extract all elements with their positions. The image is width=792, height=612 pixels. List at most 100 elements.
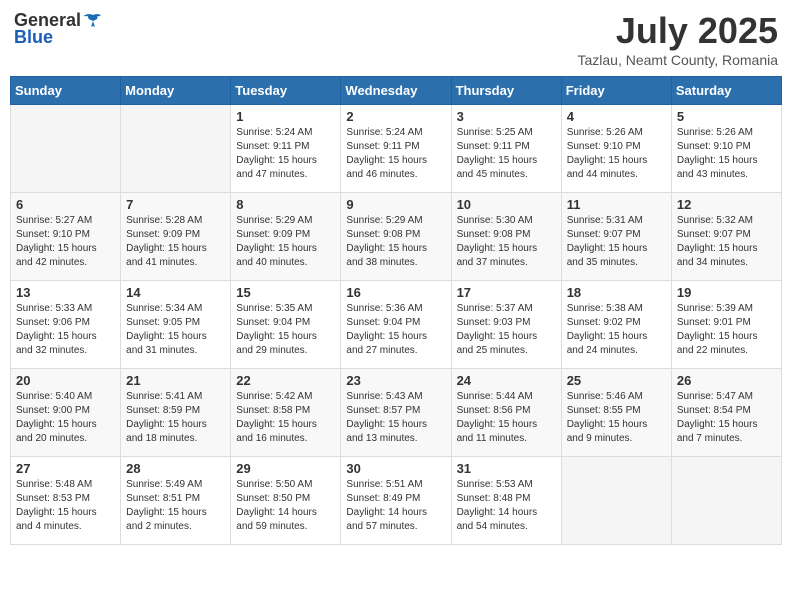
calendar-location: Tazlau, Neamt County, Romania xyxy=(578,52,779,68)
day-number: 19 xyxy=(677,285,776,300)
calendar-cell: 4 Sunrise: 5:26 AM Sunset: 9:10 PM Daylig… xyxy=(561,105,671,193)
day-info: Sunrise: 5:42 AM Sunset: 8:58 PM Dayligh… xyxy=(236,390,335,446)
calendar-cell: 31 Sunrise: 5:53 AM Sunset: 8:48 PM Dayli… xyxy=(451,457,561,545)
page-header: General Blue July 2025 Tazlau, Neamt Cou… xyxy=(10,10,782,68)
day-number: 8 xyxy=(236,197,335,212)
calendar-title: July 2025 xyxy=(578,10,779,52)
day-info: Sunrise: 5:29 AM Sunset: 9:09 PM Dayligh… xyxy=(236,214,335,270)
calendar-cell: 30 Sunrise: 5:51 AM Sunset: 8:49 PM Dayli… xyxy=(341,457,451,545)
calendar-week-row: 27 Sunrise: 5:48 AM Sunset: 8:53 PM Dayli… xyxy=(11,457,782,545)
calendar-cell: 5Sunrise: 5:26 AM Sunset: 9:10 PM Daylig… xyxy=(671,105,781,193)
calendar-cell xyxy=(121,105,231,193)
day-number: 13 xyxy=(16,285,115,300)
day-number: 2 xyxy=(346,109,445,124)
calendar-week-row: 1 Sunrise: 5:24 AM Sunset: 9:11 PM Daylig… xyxy=(11,105,782,193)
day-number: 9 xyxy=(346,197,445,212)
day-info: Sunrise: 5:53 AM Sunset: 8:48 PM Dayligh… xyxy=(457,478,556,534)
calendar-cell: 1 Sunrise: 5:24 AM Sunset: 9:11 PM Daylig… xyxy=(231,105,341,193)
day-info: Sunrise: 5:51 AM Sunset: 8:49 PM Dayligh… xyxy=(346,478,445,534)
logo-blue-text: Blue xyxy=(14,27,103,48)
calendar-cell: 20Sunrise: 5:40 AM Sunset: 9:00 PM Dayli… xyxy=(11,369,121,457)
calendar-day-header: Monday xyxy=(121,77,231,105)
calendar-cell: 19 Sunrise: 5:39 AM Sunset: 9:01 PM Dayli… xyxy=(671,281,781,369)
calendar-day-header: Tuesday xyxy=(231,77,341,105)
day-number: 21 xyxy=(126,373,225,388)
day-number: 17 xyxy=(457,285,556,300)
day-info: Sunrise: 5:30 AM Sunset: 9:08 PM Dayligh… xyxy=(457,214,556,270)
calendar-cell: 11 Sunrise: 5:31 AM Sunset: 9:07 PM Dayli… xyxy=(561,193,671,281)
calendar-day-header: Sunday xyxy=(11,77,121,105)
day-info: Sunrise: 5:38 AM Sunset: 9:02 PM Dayligh… xyxy=(567,302,666,358)
day-info: Sunrise: 5:31 AM Sunset: 9:07 PM Dayligh… xyxy=(567,214,666,270)
day-number: 14 xyxy=(126,285,225,300)
calendar-table: SundayMondayTuesdayWednesdayThursdayFrid… xyxy=(10,76,782,545)
day-info: Sunrise: 5:26 AM Sunset: 9:10 PM Dayligh… xyxy=(567,126,666,182)
day-info: Sunrise: 5:33 AM Sunset: 9:06 PM Dayligh… xyxy=(16,302,115,358)
day-info: Sunrise: 5:46 AM Sunset: 8:55 PM Dayligh… xyxy=(567,390,666,446)
day-number: 6 xyxy=(16,197,115,212)
calendar-cell xyxy=(671,457,781,545)
day-number: 16 xyxy=(346,285,445,300)
day-number: 31 xyxy=(457,461,556,476)
calendar-cell: 23Sunrise: 5:43 AM Sunset: 8:57 PM Dayli… xyxy=(341,369,451,457)
day-info: Sunrise: 5:27 AM Sunset: 9:10 PM Dayligh… xyxy=(16,214,115,270)
calendar-week-row: 20Sunrise: 5:40 AM Sunset: 9:00 PM Dayli… xyxy=(11,369,782,457)
day-info: Sunrise: 5:37 AM Sunset: 9:03 PM Dayligh… xyxy=(457,302,556,358)
day-info: Sunrise: 5:32 AM Sunset: 9:07 PM Dayligh… xyxy=(677,214,776,270)
day-number: 26 xyxy=(677,373,776,388)
day-info: Sunrise: 5:50 AM Sunset: 8:50 PM Dayligh… xyxy=(236,478,335,534)
calendar-cell: 22 Sunrise: 5:42 AM Sunset: 8:58 PM Dayli… xyxy=(231,369,341,457)
day-number: 10 xyxy=(457,197,556,212)
calendar-day-header: Thursday xyxy=(451,77,561,105)
calendar-week-row: 6 Sunrise: 5:27 AM Sunset: 9:10 PM Daylig… xyxy=(11,193,782,281)
day-number: 22 xyxy=(236,373,335,388)
day-info: Sunrise: 5:49 AM Sunset: 8:51 PM Dayligh… xyxy=(126,478,225,534)
day-number: 3 xyxy=(457,109,556,124)
day-number: 27 xyxy=(16,461,115,476)
day-number: 15 xyxy=(236,285,335,300)
day-info: Sunrise: 5:39 AM Sunset: 9:01 PM Dayligh… xyxy=(677,302,776,358)
day-number: 24 xyxy=(457,373,556,388)
day-info: Sunrise: 5:35 AM Sunset: 9:04 PM Dayligh… xyxy=(236,302,335,358)
day-number: 12 xyxy=(677,197,776,212)
day-number: 20 xyxy=(16,373,115,388)
calendar-cell: 16 Sunrise: 5:36 AM Sunset: 9:04 PM Dayli… xyxy=(341,281,451,369)
day-info: Sunrise: 5:43 AM Sunset: 8:57 PM Dayligh… xyxy=(346,390,445,446)
day-number: 29 xyxy=(236,461,335,476)
calendar-cell: 15 Sunrise: 5:35 AM Sunset: 9:04 PM Dayli… xyxy=(231,281,341,369)
logo: General Blue xyxy=(14,10,103,48)
calendar-cell: 18Sunrise: 5:38 AM Sunset: 9:02 PM Dayli… xyxy=(561,281,671,369)
day-info: Sunrise: 5:36 AM Sunset: 9:04 PM Dayligh… xyxy=(346,302,445,358)
calendar-cell: 24 Sunrise: 5:44 AM Sunset: 8:56 PM Dayli… xyxy=(451,369,561,457)
day-info: Sunrise: 5:24 AM Sunset: 9:11 PM Dayligh… xyxy=(236,126,335,182)
calendar-day-header: Wednesday xyxy=(341,77,451,105)
day-info: Sunrise: 5:28 AM Sunset: 9:09 PM Dayligh… xyxy=(126,214,225,270)
day-info: Sunrise: 5:44 AM Sunset: 8:56 PM Dayligh… xyxy=(457,390,556,446)
calendar-cell: 27 Sunrise: 5:48 AM Sunset: 8:53 PM Dayli… xyxy=(11,457,121,545)
calendar-cell: 6 Sunrise: 5:27 AM Sunset: 9:10 PM Daylig… xyxy=(11,193,121,281)
calendar-day-header: Saturday xyxy=(671,77,781,105)
calendar-cell: 10 Sunrise: 5:30 AM Sunset: 9:08 PM Dayli… xyxy=(451,193,561,281)
day-number: 7 xyxy=(126,197,225,212)
day-number: 1 xyxy=(236,109,335,124)
calendar-cell xyxy=(11,105,121,193)
day-number: 11 xyxy=(567,197,666,212)
day-number: 4 xyxy=(567,109,666,124)
calendar-cell xyxy=(561,457,671,545)
calendar-cell: 29 Sunrise: 5:50 AM Sunset: 8:50 PM Dayli… xyxy=(231,457,341,545)
calendar-cell: 3Sunrise: 5:25 AM Sunset: 9:11 PM Daylig… xyxy=(451,105,561,193)
day-info: Sunrise: 5:48 AM Sunset: 8:53 PM Dayligh… xyxy=(16,478,115,534)
calendar-cell: 9Sunrise: 5:29 AM Sunset: 9:08 PM Daylig… xyxy=(341,193,451,281)
calendar-week-row: 13 Sunrise: 5:33 AM Sunset: 9:06 PM Dayli… xyxy=(11,281,782,369)
calendar-cell: 14 Sunrise: 5:34 AM Sunset: 9:05 PM Dayli… xyxy=(121,281,231,369)
day-info: Sunrise: 5:47 AM Sunset: 8:54 PM Dayligh… xyxy=(677,390,776,446)
day-info: Sunrise: 5:41 AM Sunset: 8:59 PM Dayligh… xyxy=(126,390,225,446)
day-info: Sunrise: 5:34 AM Sunset: 9:05 PM Dayligh… xyxy=(126,302,225,358)
calendar-cell: 2Sunrise: 5:24 AM Sunset: 9:11 PM Daylig… xyxy=(341,105,451,193)
day-number: 5 xyxy=(677,109,776,124)
calendar-cell: 25Sunrise: 5:46 AM Sunset: 8:55 PM Dayli… xyxy=(561,369,671,457)
calendar-cell: 8 Sunrise: 5:29 AM Sunset: 9:09 PM Daylig… xyxy=(231,193,341,281)
day-number: 30 xyxy=(346,461,445,476)
calendar-cell: 26 Sunrise: 5:47 AM Sunset: 8:54 PM Dayli… xyxy=(671,369,781,457)
title-block: July 2025 Tazlau, Neamt County, Romania xyxy=(578,10,779,68)
